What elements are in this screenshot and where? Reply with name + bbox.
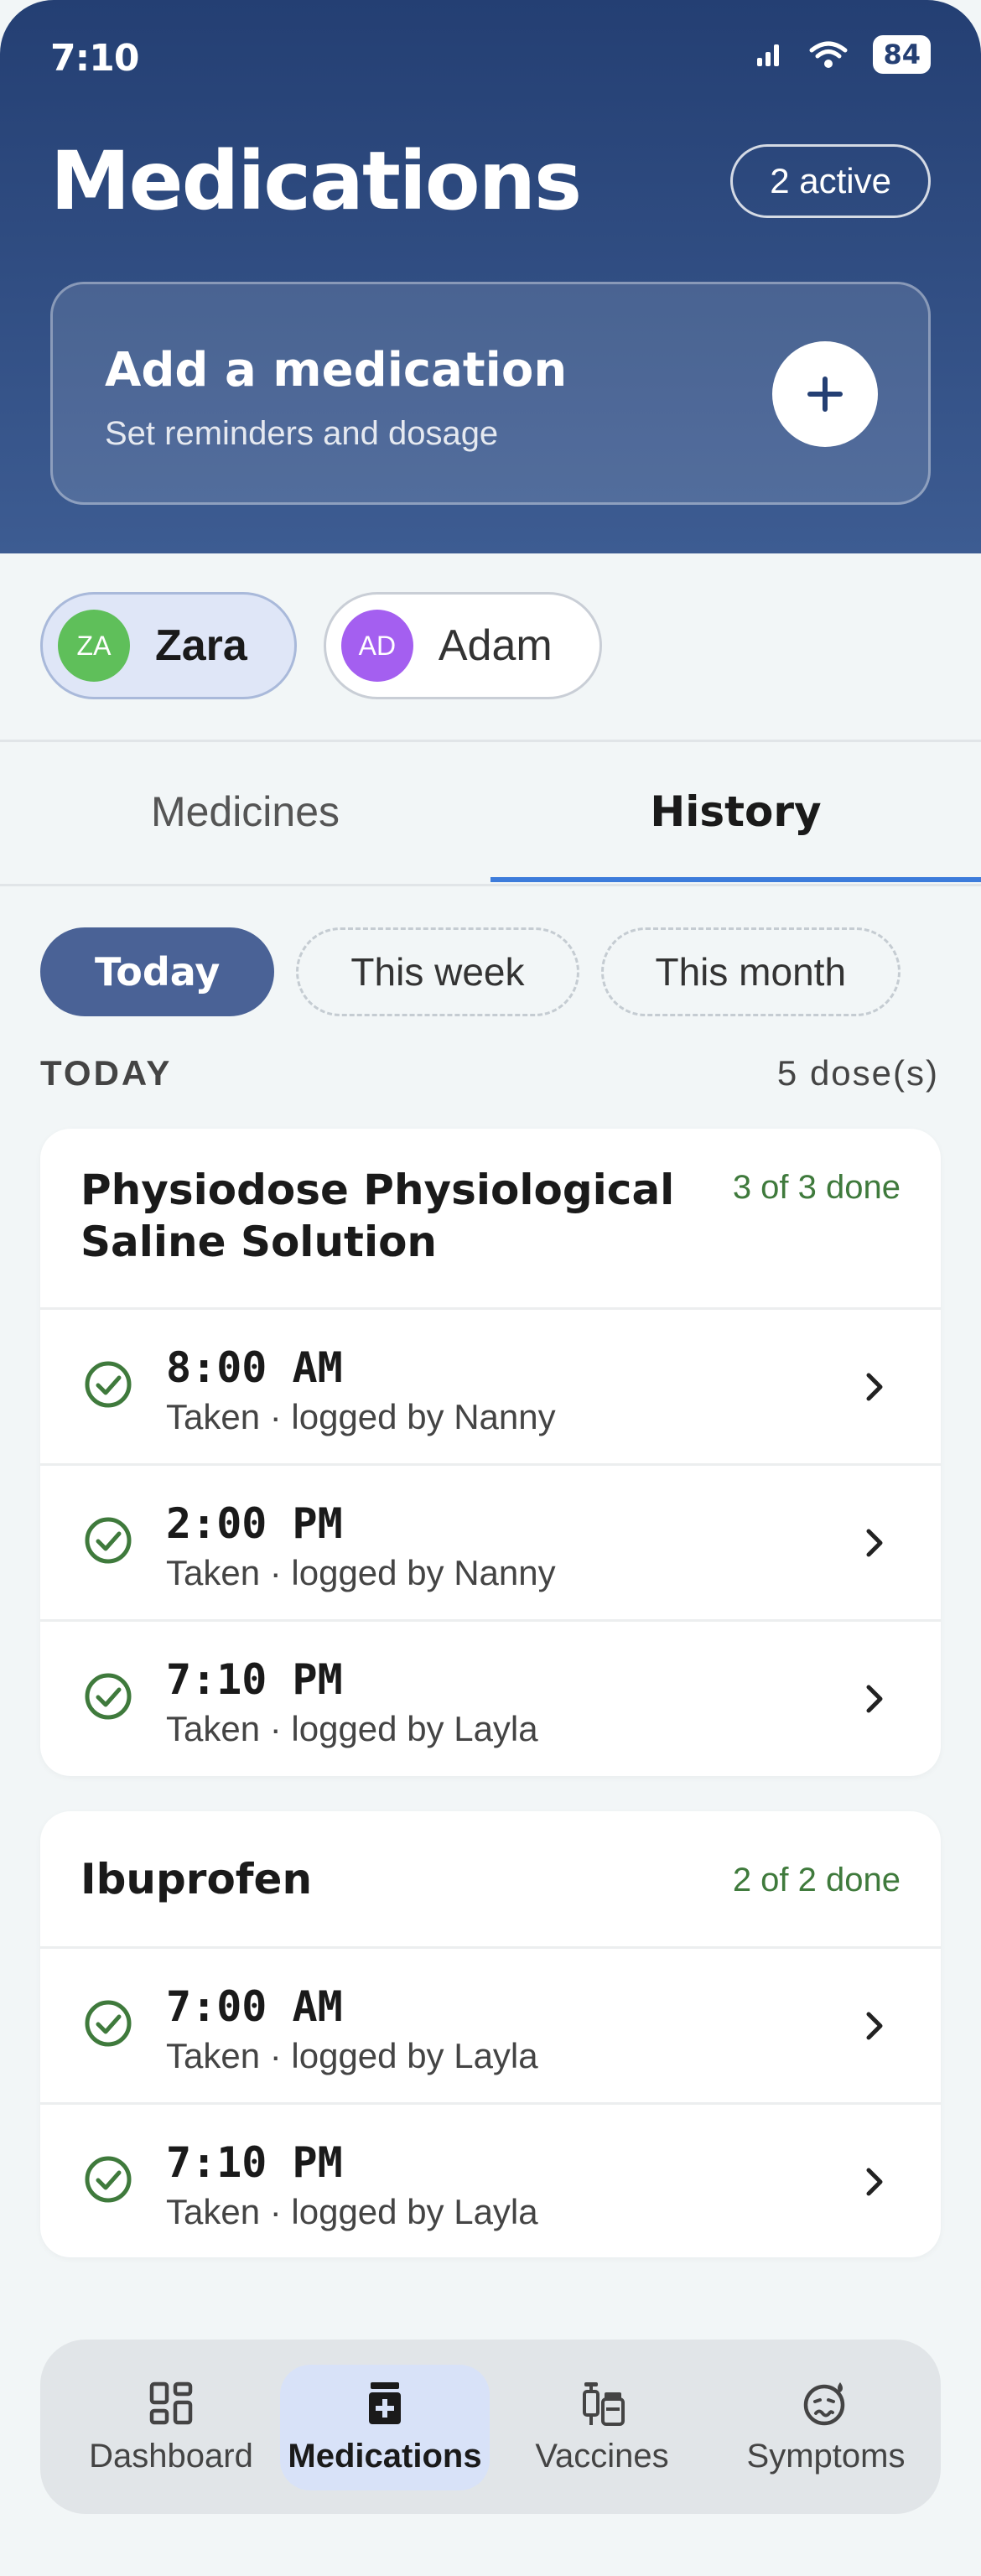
nav-vaccines[interactable]: Vaccines xyxy=(510,2340,694,2514)
dose-status: Taken · logged by Layla xyxy=(166,1709,538,1748)
tab-medicines[interactable]: Medicines xyxy=(0,740,490,884)
dose-time: 2:00 PM xyxy=(166,1499,343,1548)
avatar: ZA xyxy=(58,610,130,682)
date-filter: Today This week This month xyxy=(40,927,901,1016)
check-circle-icon xyxy=(85,1361,132,1408)
nav-symptoms[interactable]: Symptoms xyxy=(711,2340,941,2514)
status-icons: 84 xyxy=(755,35,931,74)
nav-label: Medications xyxy=(288,2437,482,2475)
filter-this-week[interactable]: This week xyxy=(296,927,579,1016)
add-medication-card[interactable]: Add a medication Set reminders and dosag… xyxy=(50,282,931,505)
dashboard-icon xyxy=(149,2381,193,2424)
nav-label: Dashboard xyxy=(89,2437,253,2475)
add-medication-title: Add a medication xyxy=(105,343,568,397)
dose-row[interactable]: 2:00 PM Taken · logged by Nanny xyxy=(40,1466,941,1622)
tab-history[interactable]: History xyxy=(490,740,981,884)
medication-card: Physiodose Physiological Saline Solution… xyxy=(40,1129,941,1776)
app-screen: 7:10 84 Medications 2 active Add a medic… xyxy=(0,0,981,2576)
bottom-nav: Dashboard Medications Vaccines Symptoms xyxy=(40,2340,941,2514)
person-selector: ZA Zara AD Adam xyxy=(40,592,602,699)
dose-row[interactable]: 7:10 PM Taken · logged by Layla xyxy=(40,2105,941,2257)
medication-card: Ibuprofen 2 of 2 done 7:00 AM Taken · lo… xyxy=(40,1811,941,2257)
plus-icon xyxy=(807,377,843,412)
filter-today[interactable]: Today xyxy=(40,927,275,1016)
active-tab-indicator xyxy=(490,877,981,882)
add-medication-button[interactable] xyxy=(772,341,878,447)
dose-status: Taken · logged by Nanny xyxy=(166,1553,556,1592)
nav-label: Vaccines xyxy=(535,2437,669,2475)
chevron-right-icon xyxy=(866,2168,883,2196)
completion-status: 2 of 2 done xyxy=(732,1862,901,1898)
medication-name-line: Saline Solution xyxy=(80,1218,438,1266)
dose-row[interactable]: 7:00 AM Taken · logged by Layla xyxy=(40,1949,941,2105)
active-count-badge[interactable]: 2 active xyxy=(730,144,931,218)
check-circle-icon xyxy=(85,2000,132,2047)
person-chip-zara[interactable]: ZA Zara xyxy=(40,592,297,699)
medication-card-header: Physiodose Physiological Saline Solution… xyxy=(40,1129,941,1310)
medication-name: Ibuprofen xyxy=(80,1855,313,1903)
sick-face-icon xyxy=(803,2381,845,2425)
dose-row[interactable]: 7:10 PM Taken · logged by Layla xyxy=(40,1622,941,1776)
dose-time: 7:10 PM xyxy=(166,2138,343,2187)
dose-count: 5 dose(s) xyxy=(776,1053,939,1093)
chevron-right-icon xyxy=(866,1685,883,1713)
dose-time: 7:10 PM xyxy=(166,1655,343,1704)
medication-icon xyxy=(369,2381,401,2424)
nav-medications[interactable]: Medications xyxy=(280,2340,490,2514)
add-medication-subtitle: Set reminders and dosage xyxy=(105,415,499,452)
filter-this-month[interactable]: This month xyxy=(600,927,901,1016)
completion-status: 3 of 3 done xyxy=(732,1169,901,1206)
page-title: Medications xyxy=(50,134,582,228)
check-circle-icon xyxy=(85,1517,132,1564)
avatar: AD xyxy=(340,610,413,682)
chevron-right-icon xyxy=(866,2012,883,2040)
divider xyxy=(0,884,981,886)
medication-name: Physiodose Physiological Saline Solution xyxy=(80,1164,674,1268)
check-circle-icon xyxy=(85,1673,132,1720)
person-name: Adam xyxy=(438,621,553,670)
medication-name-line: Physiodose Physiological xyxy=(80,1166,675,1214)
dose-row[interactable]: 8:00 AM Taken · logged by Nanny xyxy=(40,1310,941,1466)
wifi-icon xyxy=(809,41,848,68)
nav-label: Symptoms xyxy=(746,2437,906,2475)
person-name: Zara xyxy=(155,621,247,670)
medication-card-header: Ibuprofen 2 of 2 done xyxy=(40,1811,941,1949)
dose-status: Taken · logged by Layla xyxy=(166,2192,538,2231)
signal-icon xyxy=(757,44,780,66)
status-time: 7:10 xyxy=(50,37,139,80)
chevron-right-icon xyxy=(866,1373,883,1401)
person-chip-adam[interactable]: AD Adam xyxy=(323,592,602,699)
dose-time: 8:00 AM xyxy=(166,1343,343,1392)
nav-dashboard[interactable]: Dashboard xyxy=(40,2340,302,2514)
dose-status: Taken · logged by Nanny xyxy=(166,1397,556,1436)
header: 7:10 84 Medications 2 active Add a medic… xyxy=(0,0,981,553)
section-label: TODAY xyxy=(40,1053,173,1093)
battery-indicator: 84 xyxy=(873,35,931,74)
chevron-right-icon xyxy=(866,1529,883,1557)
check-circle-icon xyxy=(85,2156,132,2203)
dose-time: 7:00 AM xyxy=(166,1982,343,2031)
vaccine-icon xyxy=(583,2381,625,2426)
dose-status: Taken · logged by Layla xyxy=(166,2036,538,2075)
